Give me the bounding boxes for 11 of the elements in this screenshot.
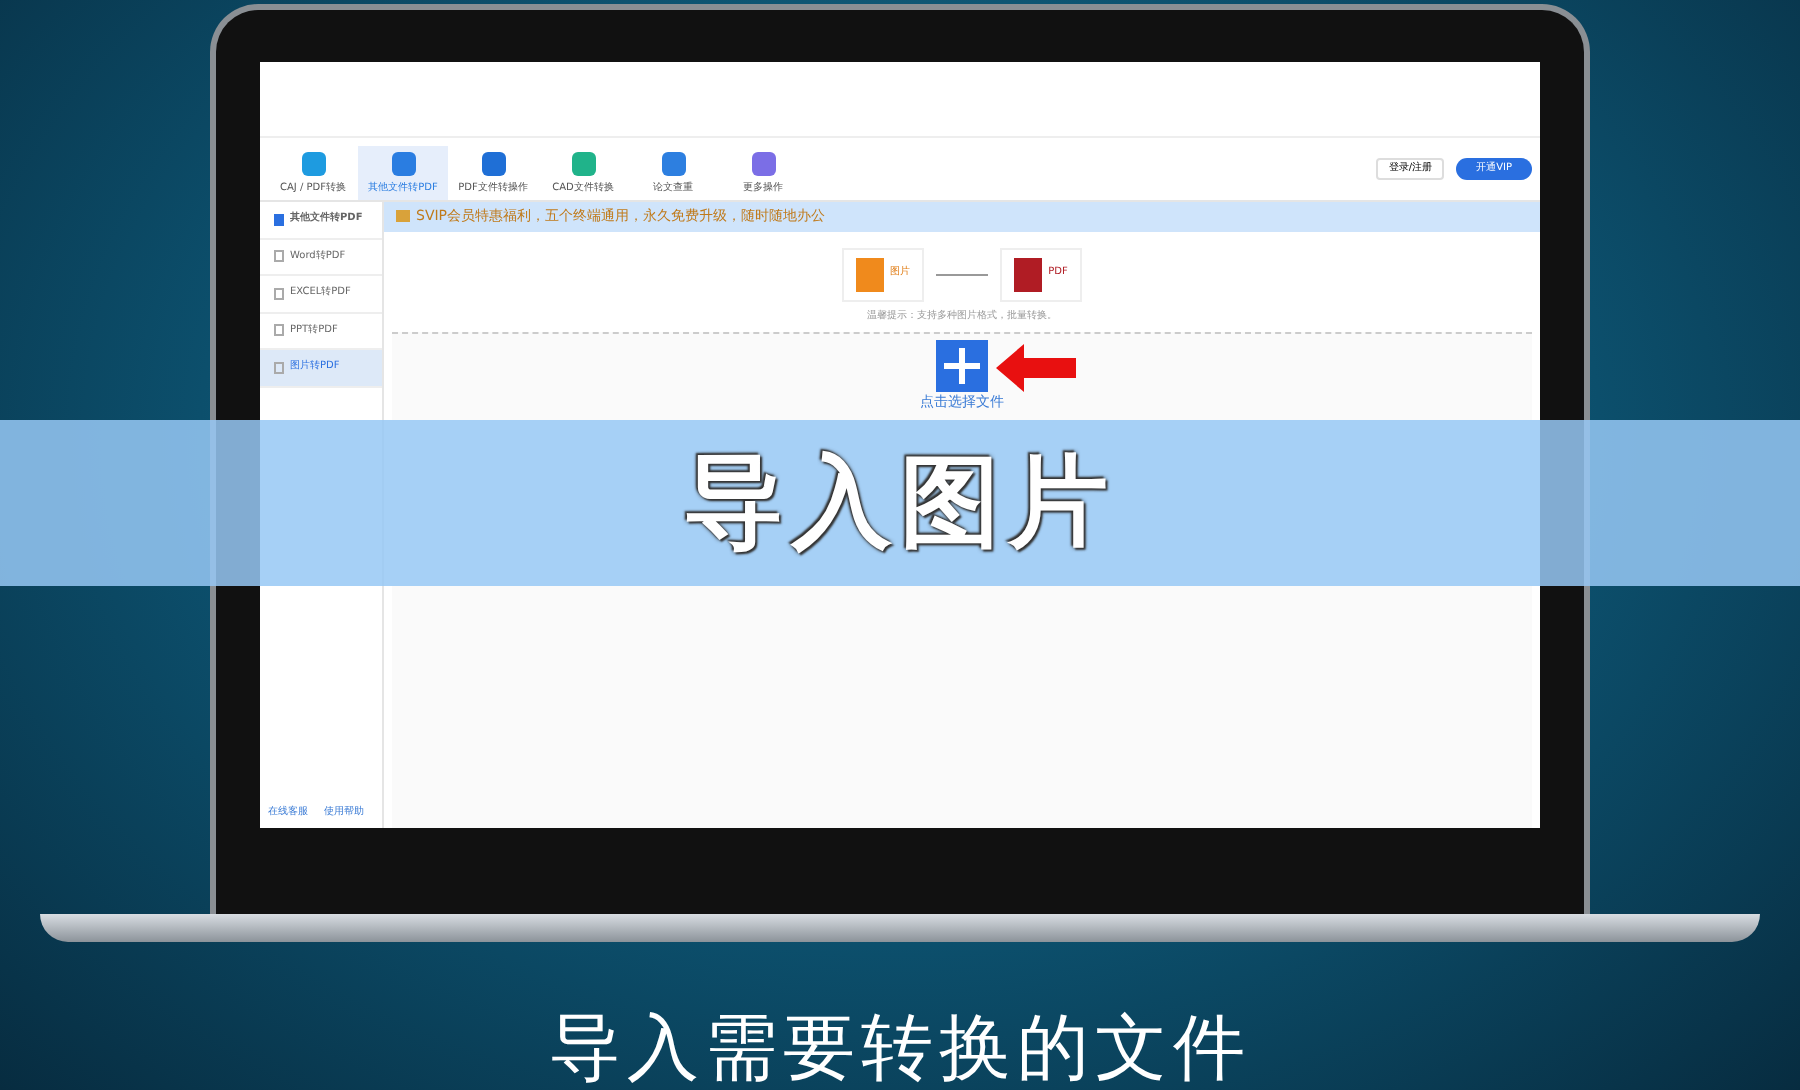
add-file-button[interactable] xyxy=(936,340,988,392)
pdf-file-icon xyxy=(1014,257,1043,291)
file-icon xyxy=(274,361,284,374)
image-file-icon xyxy=(856,257,885,291)
pointer-arrow-icon xyxy=(996,344,1076,392)
file-icon xyxy=(274,287,284,300)
file-icon xyxy=(274,324,284,337)
subtitle-caption: 导入需要转换的文件 xyxy=(549,1008,1251,1090)
overlay-title: 导入图片 xyxy=(684,442,1116,564)
plus-icon xyxy=(944,348,980,384)
file-icon xyxy=(274,250,284,263)
